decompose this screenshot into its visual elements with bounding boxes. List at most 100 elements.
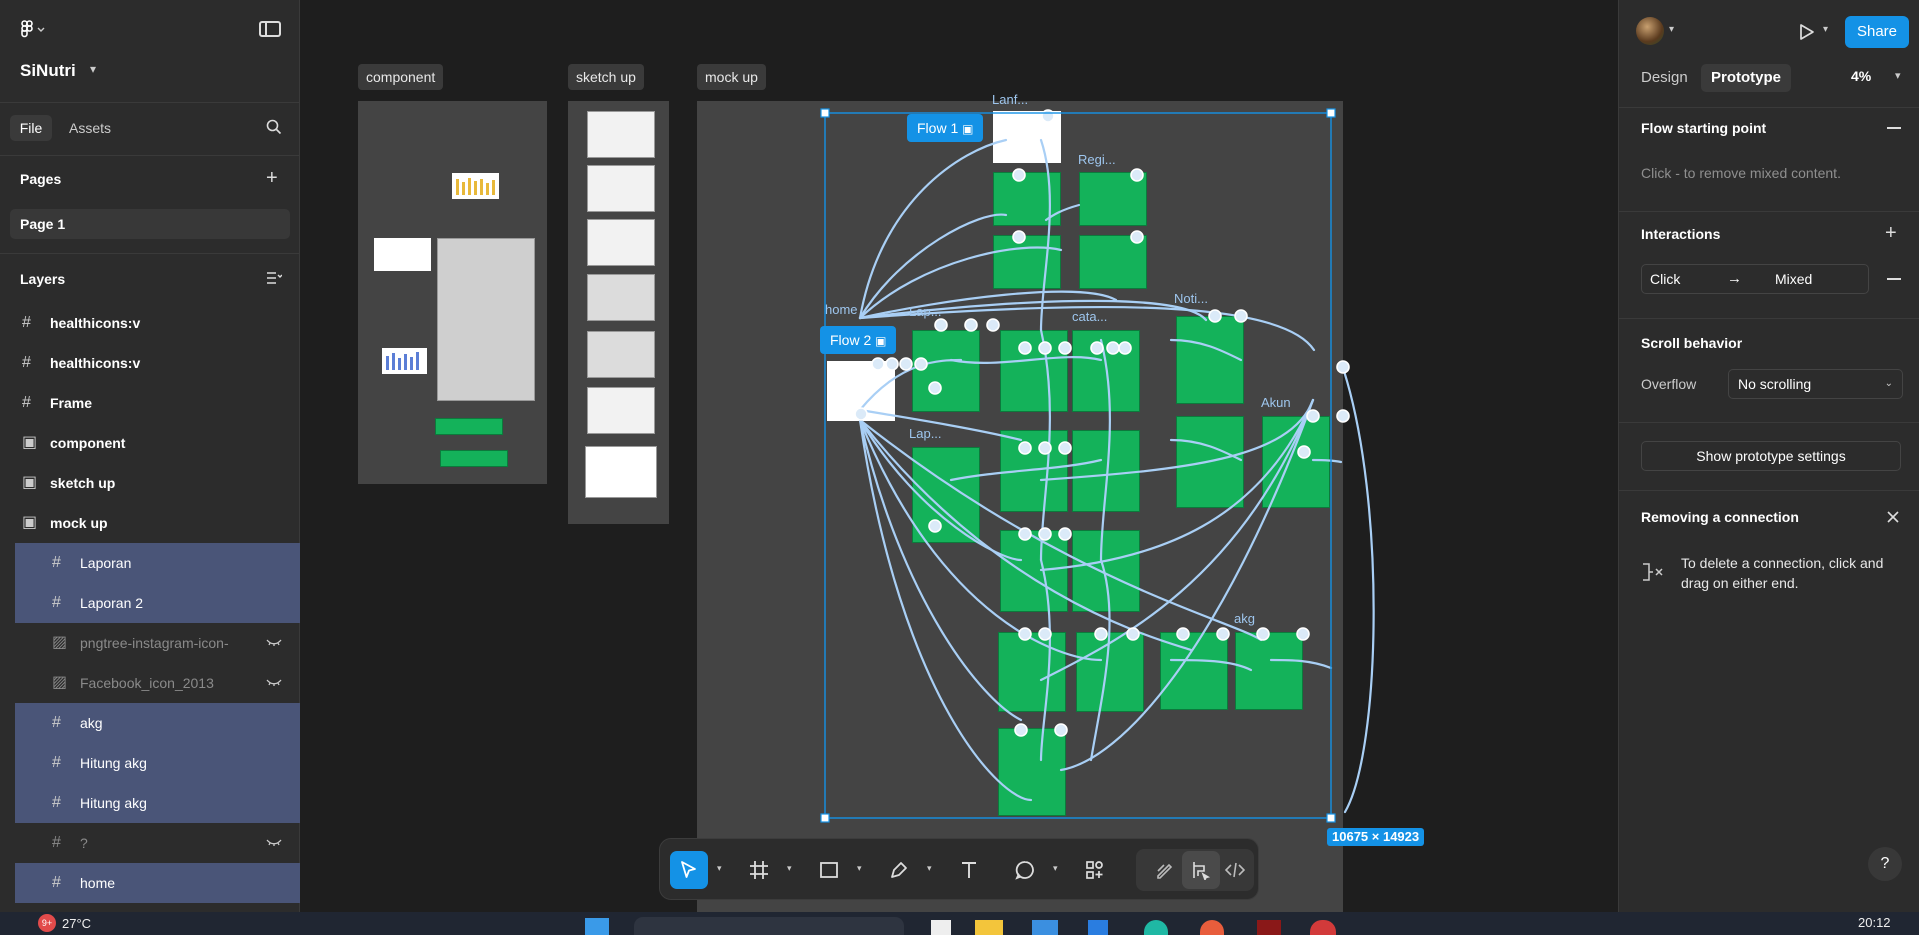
frame-label-catatan[interactable]: cata... — [1072, 309, 1107, 324]
layer-label: Hitung akg — [80, 795, 147, 811]
tab-design[interactable]: Design — [1641, 64, 1688, 92]
chevron-down-icon[interactable]: ▾ — [1669, 24, 1674, 35]
chevron-down-icon[interactable]: ▾ — [90, 62, 96, 76]
frame-label-register[interactable]: Regi... — [1078, 152, 1116, 167]
overflow-select[interactable]: No scrolling ⌄ — [1728, 369, 1903, 399]
search-icon[interactable] — [266, 119, 282, 135]
layer-row[interactable]: # Laporan — [15, 543, 300, 583]
pen-tool[interactable] — [880, 851, 918, 889]
interaction-row[interactable]: Click → Mixed — [1641, 264, 1869, 294]
layers-collapse-icon[interactable] — [266, 271, 282, 285]
avatar[interactable] — [1636, 17, 1664, 45]
tab-assets[interactable]: Assets — [69, 115, 111, 141]
remove-interaction-icon[interactable] — [1887, 278, 1901, 280]
close-icon[interactable] — [1886, 510, 1900, 524]
flow-2-tag[interactable]: Flow 2 ▣ — [820, 326, 897, 354]
flow-starting-point-title: Flow starting point — [1641, 120, 1767, 136]
chevron-down-icon[interactable]: ▾ — [927, 863, 932, 874]
page-item[interactable]: Page 1 — [10, 209, 290, 239]
frame-label-home[interactable]: home — [825, 302, 858, 317]
chevron-down-icon[interactable]: ▾ — [1823, 24, 1828, 35]
canvas[interactable]: component sketch up mock up Lanf... Regi… — [301, 0, 1618, 912]
folder-icon[interactable] — [975, 920, 1003, 935]
chevron-down-icon[interactable]: ▾ — [787, 863, 792, 874]
frame-label-akun[interactable]: Akun — [1261, 395, 1291, 410]
pen-icon — [891, 862, 907, 878]
help-button[interactable]: ? — [1868, 847, 1902, 881]
comment-tool[interactable] — [1006, 851, 1044, 889]
weather-text[interactable]: 27°C — [62, 916, 91, 931]
dev-mode[interactable] — [1216, 851, 1254, 889]
actions-tool[interactable] — [1076, 851, 1114, 889]
layer-label: home — [80, 875, 116, 891]
image-icon: ▨ — [52, 634, 68, 651]
share-button[interactable]: Share — [1845, 16, 1909, 48]
layer-row[interactable]: ▣ component — [0, 423, 300, 463]
chevron-down-icon[interactable]: ▾ — [1053, 863, 1058, 874]
clock-time[interactable]: 20:12 — [1858, 915, 1891, 930]
panel-toggle-icon[interactable] — [259, 21, 281, 37]
code-icon — [1225, 862, 1245, 878]
zoom-level[interactable]: 4% — [1851, 68, 1871, 84]
frame-label-notifikasi[interactable]: Noti... — [1174, 291, 1208, 306]
frame-icon: # — [52, 874, 61, 891]
layer-row[interactable]: ▨ pngtree-instagram-icon- — [0, 623, 300, 663]
remove-icon[interactable] — [1887, 127, 1901, 129]
layer-row[interactable]: ▣ mock up — [0, 503, 300, 543]
tab-file[interactable]: File — [10, 115, 52, 141]
layer-row[interactable]: # Hitung akg — [15, 743, 300, 783]
taskbar-app-icon[interactable] — [1310, 920, 1336, 935]
hidden-eye-icon[interactable] — [266, 637, 282, 647]
draw-mode[interactable] — [1146, 851, 1184, 889]
windows-start-icon[interactable] — [585, 918, 609, 935]
taskbar-search[interactable] — [634, 917, 904, 935]
layer-label: Laporan 2 — [80, 595, 144, 611]
show-prototype-settings-button[interactable]: Show prototype settings — [1641, 441, 1901, 471]
project-name[interactable]: SiNutri — [20, 61, 76, 81]
frame-label-laporan-2[interactable]: Lap... — [909, 426, 942, 441]
chevron-down-icon[interactable]: ▾ — [857, 863, 862, 874]
layer-row[interactable]: # akg — [15, 703, 300, 743]
taskbar-app-icon[interactable] — [1257, 920, 1281, 935]
layer-row[interactable]: # Hitung akg — [15, 783, 300, 823]
rectangle-tool[interactable] — [810, 851, 848, 889]
frame-label-landing[interactable]: Lanf... — [992, 92, 1028, 107]
taskbar-app-icon[interactable] — [1032, 920, 1058, 935]
hidden-eye-icon[interactable] — [266, 677, 282, 687]
taskbar-app-icon[interactable] — [931, 920, 951, 935]
left-panel: SiNutri ▾ File Assets Pages + Page 1 Lay… — [0, 0, 300, 912]
add-interaction-icon[interactable]: + — [1885, 222, 1897, 245]
layer-row[interactable]: ▣ sketch up — [0, 463, 300, 503]
edge-icon[interactable] — [1144, 920, 1168, 935]
notification-badge[interactable]: 9+ — [38, 914, 56, 932]
move-tool[interactable] — [670, 851, 708, 889]
add-page-icon[interactable]: + — [266, 168, 278, 188]
frame-icon: # — [52, 834, 61, 851]
frame-label-akg[interactable]: akg — [1234, 611, 1255, 626]
flow-1-tag[interactable]: Flow 1 ▣ — [907, 114, 984, 142]
figma-menu-icon[interactable] — [20, 20, 46, 43]
frame-label-laporan[interactable]: Lap... — [909, 304, 942, 319]
divider — [0, 155, 300, 156]
design-mode[interactable] — [1182, 851, 1220, 889]
frame-tool[interactable] — [740, 851, 778, 889]
chevron-down-icon[interactable]: ▾ — [1895, 69, 1901, 82]
chrome-icon[interactable] — [1200, 920, 1224, 935]
chevron-down-icon[interactable]: ▾ — [717, 863, 722, 874]
layer-row[interactable]: # Laporan 2 — [15, 583, 300, 623]
bottom-toolbar: ▾ ▾ ▾ ▾ ▾ — [659, 838, 1259, 900]
taskbar-app-icon[interactable] — [1088, 920, 1108, 935]
interaction-action: Mixed — [1775, 271, 1813, 287]
tab-prototype[interactable]: Prototype — [1701, 64, 1792, 92]
hidden-eye-icon[interactable] — [266, 837, 282, 847]
layer-row[interactable]: # Frame — [0, 383, 300, 423]
layer-row[interactable]: # healthicons:v — [0, 343, 300, 383]
text-tool[interactable] — [950, 851, 988, 889]
play-icon[interactable] — [1797, 23, 1815, 41]
layer-row[interactable]: ▨ Facebook_icon_2013 — [0, 663, 300, 703]
divider — [1619, 318, 1919, 319]
layer-row[interactable]: # healthicons:v — [0, 303, 300, 343]
layer-row[interactable]: # home — [15, 863, 300, 903]
interactions-title: Interactions — [1641, 226, 1721, 242]
layer-row[interactable]: #? — [0, 823, 300, 863]
